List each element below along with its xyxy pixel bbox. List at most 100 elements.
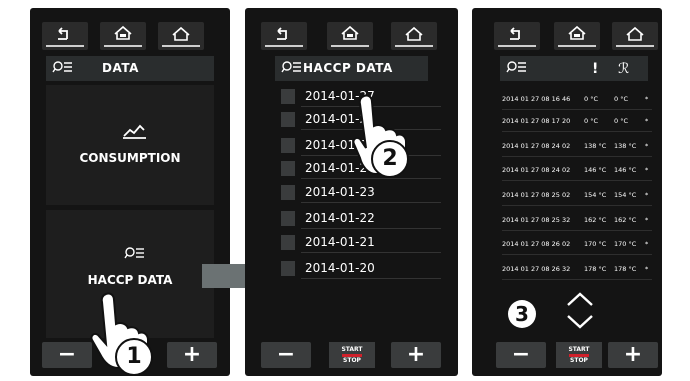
home-button[interactable] xyxy=(158,22,204,50)
minus-button[interactable]: − xyxy=(42,342,92,368)
log-temp-2: 146 °C xyxy=(614,166,637,174)
minus-label: − xyxy=(57,342,77,367)
probe-column-header: ℛ xyxy=(618,61,630,77)
step-three-badge: 3 xyxy=(508,300,536,328)
step-one-badge: 1 xyxy=(115,338,153,376)
start-label: START xyxy=(341,346,363,353)
log-temp-1: 138 °C xyxy=(584,142,607,150)
home-icon xyxy=(172,26,190,41)
row-checkbox[interactable] xyxy=(281,112,295,127)
date-label: 2014-01-22 xyxy=(305,211,375,225)
home-program-button[interactable] xyxy=(327,22,373,50)
home-button[interactable] xyxy=(391,22,437,50)
home-icon xyxy=(405,26,423,41)
log-row: 2014 01 27 08 26 02 170 °C 170 °C * xyxy=(502,237,652,255)
search-list-icon xyxy=(281,61,301,73)
page-title: DATA xyxy=(102,61,139,75)
row-checkbox[interactable] xyxy=(281,138,295,153)
haccp-header: HACCP DATA xyxy=(275,56,428,81)
step-two-badge: 2 xyxy=(371,140,409,178)
log-temp-2: 0 °C xyxy=(614,95,628,103)
log-row: 2014 01 27 08 25 02 154 °C 154 °C * xyxy=(502,188,652,206)
alert-column-header: ! xyxy=(592,61,599,77)
minus-button[interactable]: − xyxy=(261,342,311,368)
page-title: HACCP DATA xyxy=(303,61,393,75)
log-temp-2: 170 °C xyxy=(614,240,637,248)
minus-label: − xyxy=(511,342,531,367)
log-temp-1: 146 °C xyxy=(584,166,607,174)
log-time: 2014 01 27 08 24 02 xyxy=(502,166,571,174)
date-row[interactable]: 2014-01-22 xyxy=(281,210,441,229)
log-mark: * xyxy=(645,265,649,273)
panel-haccp-log: ! ℛ 2014 01 27 08 16 46 0 °C 0 °C * 2014 01… xyxy=(472,8,662,376)
log-time: 2014 01 27 08 26 32 xyxy=(502,265,571,273)
minus-label: − xyxy=(276,342,296,367)
log-row: 2014 01 27 08 24 02 146 °C 146 °C * xyxy=(502,163,652,181)
start-stop-button[interactable]: START STOP xyxy=(556,342,602,368)
consumption-label: CONSUMPTION xyxy=(79,151,181,165)
log-temp-2: 0 °C xyxy=(614,117,628,125)
log-temp-2: 178 °C xyxy=(614,265,637,273)
row-checkbox[interactable] xyxy=(281,211,295,226)
date-label: 2014-01-23 xyxy=(305,185,375,199)
plus-button[interactable]: + xyxy=(608,342,658,368)
log-mark: * xyxy=(645,95,649,103)
consumption-tile[interactable]: CONSUMPTION xyxy=(46,85,214,205)
row-checkbox[interactable] xyxy=(281,161,295,176)
log-row: 2014 01 27 08 25 32 162 °C 162 °C * xyxy=(502,213,652,231)
log-temp-2: 138 °C xyxy=(614,142,637,150)
row-checkbox[interactable] xyxy=(281,185,295,200)
home-program-button[interactable] xyxy=(100,22,146,50)
data-header: DATA xyxy=(46,56,214,81)
start-label: START xyxy=(568,346,590,353)
log-row: 2014 01 27 08 17 20 0 °C 0 °C * xyxy=(502,114,652,132)
log-temp-1: 178 °C xyxy=(584,265,607,273)
back-icon xyxy=(58,27,68,40)
date-row[interactable]: 2014-01-20 xyxy=(281,260,441,279)
search-list-icon xyxy=(52,61,72,73)
back-button[interactable] xyxy=(42,22,88,50)
date-label: 2014-01-21 xyxy=(305,235,375,249)
haccp-data-label: HACCP DATA xyxy=(87,273,173,287)
chevron-down-icon[interactable] xyxy=(566,314,594,330)
log-temp-1: 0 °C xyxy=(584,117,598,125)
back-button[interactable] xyxy=(261,22,307,50)
log-mark: * xyxy=(645,117,649,125)
log-temp-2: 154 °C xyxy=(614,191,637,199)
log-header: ! ℛ xyxy=(500,56,648,81)
home-program-button[interactable] xyxy=(554,22,600,50)
log-time: 2014 01 27 08 25 32 xyxy=(502,216,571,224)
log-temp-1: 162 °C xyxy=(584,216,607,224)
row-checkbox[interactable] xyxy=(281,89,295,104)
chart-icon xyxy=(123,124,146,139)
date-row[interactable]: 2014-01-21 xyxy=(281,234,441,253)
back-icon xyxy=(510,27,520,40)
log-temp-1: 154 °C xyxy=(584,191,607,199)
plus-label: + xyxy=(182,342,202,367)
back-button[interactable] xyxy=(494,22,540,50)
date-row[interactable]: 2014-01-23 xyxy=(281,184,441,203)
plus-label: + xyxy=(623,342,643,367)
plus-button[interactable]: + xyxy=(167,342,217,368)
home-program-icon xyxy=(114,25,132,40)
log-row: 2014 01 27 08 26 32 178 °C 178 °C * xyxy=(502,262,652,280)
start-stop-button[interactable]: START STOP xyxy=(329,342,375,368)
search-list-icon xyxy=(506,61,526,73)
minus-button[interactable]: − xyxy=(496,342,546,368)
plus-label: + xyxy=(406,342,426,367)
date-label: 2014-01-20 xyxy=(305,261,375,275)
home-icon xyxy=(626,26,644,41)
home-button[interactable] xyxy=(612,22,658,50)
log-time: 2014 01 27 08 25 02 xyxy=(502,191,571,199)
plus-button[interactable]: + xyxy=(391,342,441,368)
row-checkbox[interactable] xyxy=(281,235,295,250)
search-list-icon xyxy=(124,247,144,259)
back-icon xyxy=(277,27,287,40)
log-time: 2014 01 27 08 17 20 xyxy=(502,117,571,125)
log-mark: * xyxy=(645,216,649,224)
log-mark: * xyxy=(645,166,649,174)
stop-label: STOP xyxy=(343,357,361,364)
log-temp-1: 170 °C xyxy=(584,240,607,248)
chevron-up-icon[interactable] xyxy=(566,291,594,307)
row-checkbox[interactable] xyxy=(281,261,295,276)
